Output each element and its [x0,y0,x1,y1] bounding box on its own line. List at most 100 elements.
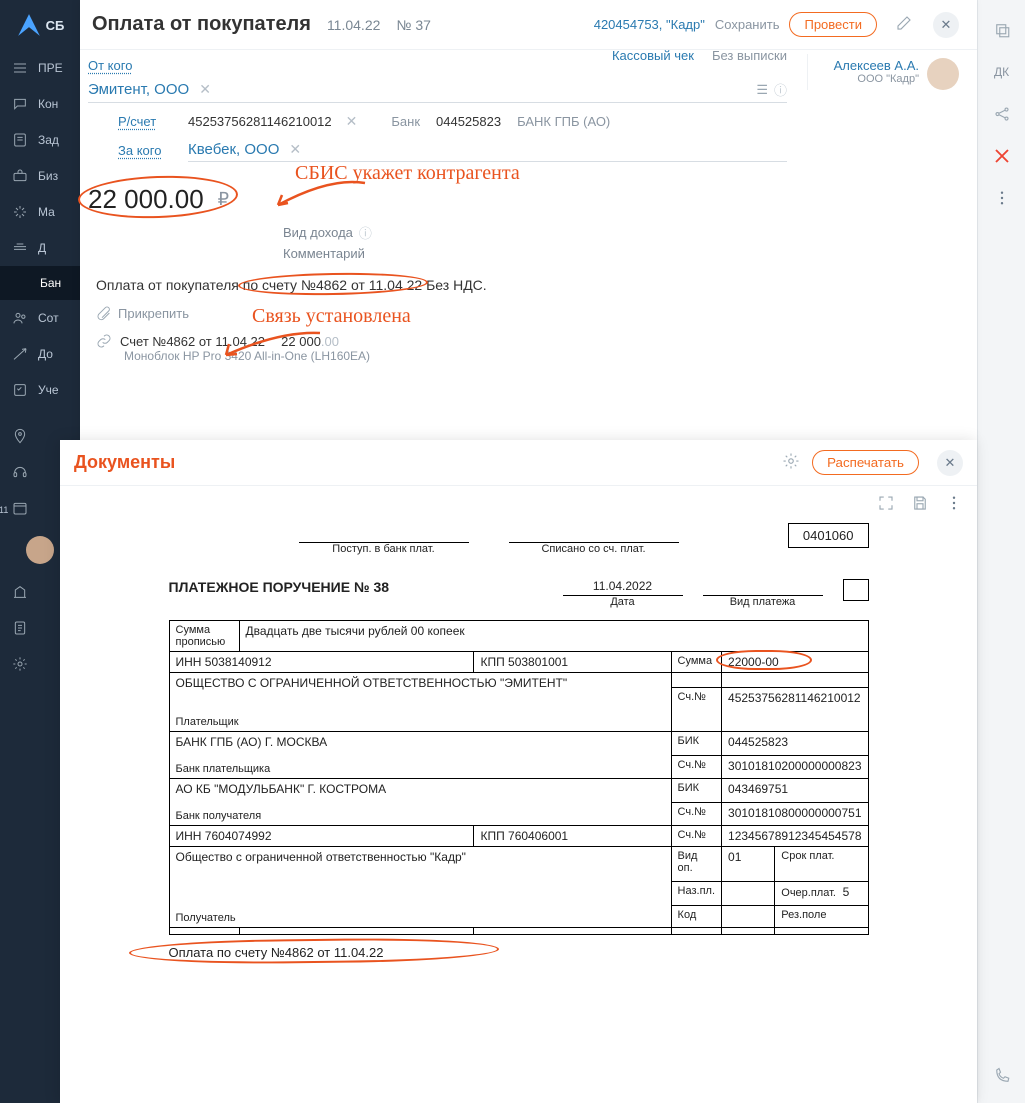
from-label[interactable]: От кого [88,58,148,73]
sidebar-item-marketing[interactable]: Ма [0,194,80,230]
po-sum-lbl: Сумма [671,652,721,673]
for-label[interactable]: За кого [118,143,178,158]
po-box [843,579,869,601]
panel-close-button[interactable]: ✕ [933,12,959,38]
po-rec-bank-lbl: Банк получателя [176,810,665,822]
bank-label: Банк [391,114,420,129]
close-x-icon[interactable] [990,144,1014,168]
cashcheck-link[interactable]: Кассовый чек [612,48,694,63]
sidebar-item-money[interactable]: Д [0,230,80,266]
more-vert-icon[interactable] [990,186,1014,210]
sidebar-avatar[interactable] [26,536,54,564]
info2-icon[interactable]: ⓘ [359,223,372,242]
print-button[interactable]: Распечатать [812,450,919,475]
po-payer-bank-lbl: Банк плательщика [176,763,665,775]
for-company-name: Квебек, ООО [188,141,279,158]
clear-account-icon[interactable]: ✕ [342,113,362,130]
info-icon[interactable]: ⓘ [774,80,787,99]
link-icon [96,333,112,349]
edit-icon[interactable] [895,14,913,35]
sidebar-item-staff[interactable]: Сот [0,300,80,336]
po-rec-name: Общество с ограниченной ответственностью… [176,850,665,864]
po-rec-bank-acc: 30101810800000000751 [722,802,868,826]
docpanel-close-button[interactable]: ✕ [937,450,963,476]
account-value[interactable]: 45253756281146210012 [188,114,332,129]
po-rec-bik: 043469751 [722,779,868,803]
po-bik-lbl1: БИК [671,732,721,756]
po-sum-val: 22000-00 [728,655,779,669]
description-text[interactable]: Оплата от покупателя по счету №4862 от 1… [96,277,487,293]
po-payer-acc: 45253756281146210012 [722,687,868,731]
person-block[interactable]: Алексеев А.А. ООО "Кадр" [807,54,977,90]
income-type-label[interactable]: Вид дохода [283,225,353,240]
po-inn-payer: ИНН 5038140912 [169,652,474,673]
sidebar-item-docs[interactable]: До [0,336,80,372]
po-vidop: 01 [722,847,775,882]
linked-document[interactable]: Счет №4862 от 11.04.22 22 000.00 Монобло… [88,329,787,367]
po-date-lbl: Дата [563,596,683,608]
account-label[interactable]: Р/счет [118,114,178,129]
sidebar-label: Сот [38,311,59,325]
linked-title: Счет №4862 от 11.04.22 [120,334,265,349]
po-purpose: Оплата по счету №4862 от 11.04.22 [169,945,384,960]
po-ocher: 5 [843,885,850,899]
po-kpp-payer: КПП 503801001 [474,652,671,673]
person-name: Алексеев А.А. [834,58,919,73]
panel-date: 11.04.22 [327,17,380,33]
sidebar-label: Ма [38,205,55,219]
phone-icon[interactable] [990,1064,1014,1088]
po-rec-bank: АО КБ "МОДУЛЬБАНК" Г. КОСТРОМА [176,782,665,796]
sidebar-item-main[interactable]: ПРЕ [0,50,80,86]
linked-amount: 22 000 [281,334,321,349]
sidebar-label: ПРЕ [38,61,63,75]
po-nazpl-lbl: Наз.пл. [671,882,721,906]
po-payer-bank-acc: 30101810200000000823 [722,755,868,779]
person-avatar [927,58,959,90]
panel-num: № 37 [396,17,430,33]
from-company-field[interactable]: Эмитент, ООО ✕ ☰ ⓘ [88,77,787,103]
more-icon[interactable] [945,494,963,515]
share-icon[interactable] [990,102,1014,126]
documents-panel: Документы Распечатать ✕ 0401060 Поступ. … [60,440,977,1103]
sidebar-label: Д [38,241,46,255]
attach-label: Прикрепить [118,306,189,321]
dk-icon[interactable]: ДК [990,60,1014,84]
attach-button[interactable]: Прикрепить [88,297,787,329]
payment-order: 0401060 Поступ. в банк плат. Списано со … [169,523,869,960]
po-type-lbl: Вид платежа [703,596,823,608]
sidebar-item-bank[interactable]: Бан [0,266,80,300]
po-sumwords: Двадцать две тысячи рублей 00 копеек [239,621,868,652]
po-payer-bank: БАНК ГПБ (АО) Г. МОСКВА [176,735,665,749]
sidebar-label: Уче [38,383,59,397]
po-vidop-lbl: Вид оп. [671,847,721,882]
list-icon[interactable]: ☰ [756,82,768,98]
org-ref-link[interactable]: 420454753, "Кадр" [594,17,705,32]
sidebar-item-tasks[interactable]: Зад [0,122,80,158]
po-payer-bik: 044525823 [722,732,868,756]
no-statement-label: Без выписки [712,48,787,63]
sidebar-item-contacts[interactable]: Кон [0,86,80,122]
gear-icon[interactable] [782,452,800,473]
linked-sub: Моноблок HP Pro 3420 All-in-One (LH160EA… [96,349,779,363]
save-icon[interactable] [911,494,929,515]
window-copy-icon[interactable] [990,18,1014,42]
sidebar-item-business[interactable]: Биз [0,158,80,194]
sidebar-item-accounting[interactable]: Уче [0,372,80,408]
clear-for-icon[interactable]: ✕ [285,141,305,158]
save-link[interactable]: Сохранить [715,17,780,32]
app-logo[interactable]: СБ [0,0,80,50]
for-company-field[interactable]: Квебек, ООО ✕ [188,138,787,162]
comment-label[interactable]: Комментарий [283,246,365,261]
clear-from-icon[interactable]: ✕ [195,81,215,98]
po-rec-acc: 12345678912345454578 [722,826,868,847]
amount-value[interactable]: 22 000.00 [82,182,210,217]
fullscreen-icon[interactable] [877,494,895,515]
submit-button[interactable]: Провести [789,12,877,37]
po-srok-lbl: Срок плат. [775,847,868,882]
po-inn-rec: ИНН 7604074992 [169,826,474,847]
panel-topbar: Оплата от покупателя 11.04.22 № 37 42045… [80,0,977,50]
sidebar-label: 11 [0,505,8,515]
bik-value[interactable]: 044525823 [436,114,501,129]
sidebar-label: Бан [40,276,61,290]
po-acc-lbl1: Сч.№ [671,687,721,731]
